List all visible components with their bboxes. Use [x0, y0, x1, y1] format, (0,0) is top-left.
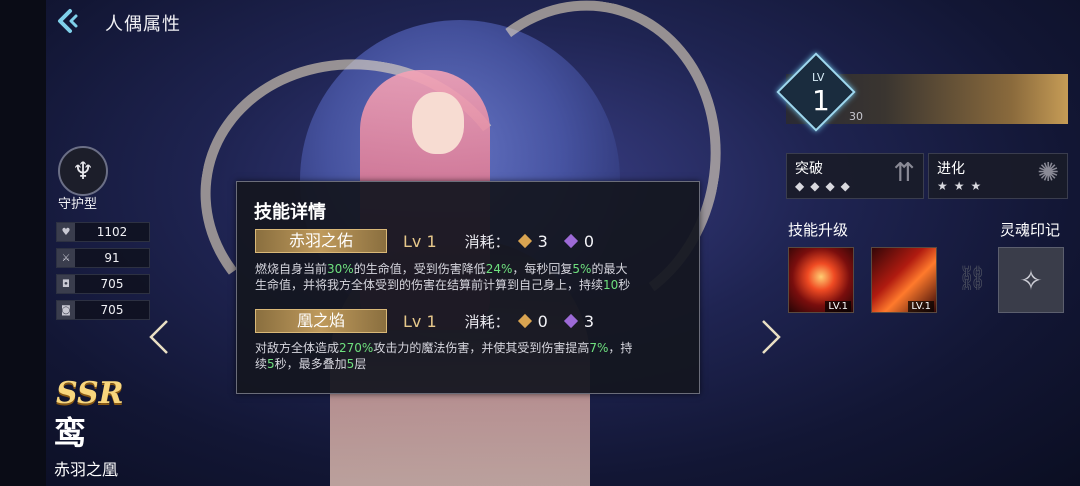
skill-level: Lv 1	[403, 231, 437, 251]
shield-icon: ◘	[57, 275, 75, 293]
description-text: 秒，最多叠加	[274, 357, 347, 371]
back-button[interactable]	[54, 8, 80, 34]
cost-label: 消耗：	[464, 232, 510, 251]
breakthrough-stars: ◆◆◆◆	[795, 179, 856, 193]
page-title: 人偶属性	[105, 14, 181, 35]
highlight-value: 270%	[339, 341, 374, 355]
description-text: 对敌方全体造成	[255, 341, 340, 355]
heart-icon: ♥	[57, 223, 75, 241]
description-text: 燃烧自身当前	[255, 262, 328, 276]
purple-cost: 3	[583, 311, 595, 331]
skill-name: 赤羽之佑	[255, 229, 387, 253]
stat-value: 705	[100, 277, 124, 291]
stat-hp: ♥ 1102	[56, 222, 150, 242]
description-text: 秒	[618, 278, 631, 292]
gold-cost: 0	[537, 311, 548, 331]
highlight-value: 30%	[327, 262, 354, 276]
description-text: 层	[354, 357, 367, 371]
chevron-right-icon	[762, 320, 781, 354]
skill-description: 对敌方全体造成270%攻击力的魔法伤害，并使其受到伤害提高7%，持续5秒，最多叠…	[255, 340, 639, 372]
rarity-badge: SSR	[56, 376, 124, 411]
stat-value: 705	[100, 303, 124, 317]
prev-character-arrow[interactable]	[148, 318, 170, 365]
next-character-arrow[interactable]	[760, 318, 782, 365]
breakthrough-card[interactable]: 突破 ◆◆◆◆ ⇈	[786, 153, 924, 199]
evolution-label: 进化	[937, 161, 965, 177]
stat-magic-defense: ◙ 705	[56, 300, 150, 320]
level-label: LV	[812, 71, 825, 84]
stat-attack: ⚔ 91	[56, 248, 150, 268]
upgrade-arrow-icon: ⇈	[893, 158, 915, 188]
back-arrow-icon	[58, 9, 78, 33]
cost-label: 消耗：	[464, 312, 510, 331]
gold-gem-icon	[517, 233, 532, 249]
description-text: 的生命值，受到伤害降低	[353, 262, 486, 276]
skill-level: Lv 1	[403, 311, 437, 331]
highlight-value: 10	[603, 278, 619, 292]
gold-cost: 3	[537, 231, 548, 251]
description-text: 攻击力的魔法伤害，并使其受到伤害提高	[373, 341, 590, 355]
panel-title: 技能详情	[254, 202, 326, 223]
purple-gem-icon	[563, 233, 578, 249]
stat-value: 1102	[96, 225, 128, 239]
eye-emblem-icon: ✧	[1019, 263, 1043, 297]
stats-list: ♥ 1102 ⚔ 91 ◘ 705 ◙ 705	[56, 222, 150, 326]
level-value: 1	[812, 84, 830, 117]
purple-cost: 0	[583, 231, 595, 251]
left-edge-bar	[0, 0, 46, 486]
chain-link-icon: ⛓	[957, 264, 988, 292]
skill-slot-flame-strike[interactable]: LV.1	[871, 247, 937, 313]
skill-name: 凰之焰	[255, 309, 387, 333]
chevron-left-icon	[149, 320, 168, 354]
stat-value: 91	[104, 251, 120, 265]
stat-defense: ◘ 705	[56, 274, 150, 294]
character-face	[412, 92, 464, 154]
highlight-value: 7%	[589, 341, 609, 355]
evolution-emblem-icon: ✺	[1037, 158, 1059, 188]
character-name: 赤羽之凰	[54, 460, 119, 479]
gold-gem-icon	[517, 313, 532, 329]
skill-description: 燃烧自身当前30%的生命值，受到伤害降低24%，每秒回复5%的最大生命值，并将我…	[255, 261, 639, 293]
character-symbol: 鸾	[54, 414, 87, 452]
soul-mark-slot[interactable]: ✧	[998, 247, 1064, 313]
skill-slot-level: LV.1	[825, 301, 851, 312]
evolution-stars: ★★★	[937, 179, 988, 193]
soul-mark-label: 灵魂印记	[1000, 221, 1061, 239]
highlight-value: 5	[267, 357, 275, 371]
role-label: 守护型	[58, 197, 98, 212]
evolution-card[interactable]: 进化 ★★★ ✺	[928, 153, 1068, 199]
highlight-value: 5%	[572, 262, 592, 276]
description-text: ，每秒回复	[512, 262, 573, 276]
breakthrough-label: 突破	[795, 161, 823, 177]
skill-detail-panel: 技能详情 赤羽之佑 Lv 1 消耗： 3 0 燃烧自身当前30%的生命值，受到伤…	[236, 181, 700, 394]
magic-shield-icon: ◙	[57, 301, 75, 319]
skill-header: 凰之焰 Lv 1 消耗： 0 3	[255, 309, 595, 333]
purple-gem-icon	[563, 313, 578, 329]
skill-header: 赤羽之佑 Lv 1 消耗： 3 0	[255, 229, 595, 253]
skill-upgrade-label: 技能升级	[788, 221, 849, 239]
guardian-role-icon: ♆	[58, 146, 108, 196]
skill-slot-level: LV.1	[908, 301, 934, 312]
highlight-value: 24%	[485, 262, 513, 276]
skill-slot-fire-orb[interactable]: LV.1	[788, 247, 854, 313]
level-max: 30	[849, 110, 863, 123]
sword-icon: ⚔	[57, 249, 75, 267]
